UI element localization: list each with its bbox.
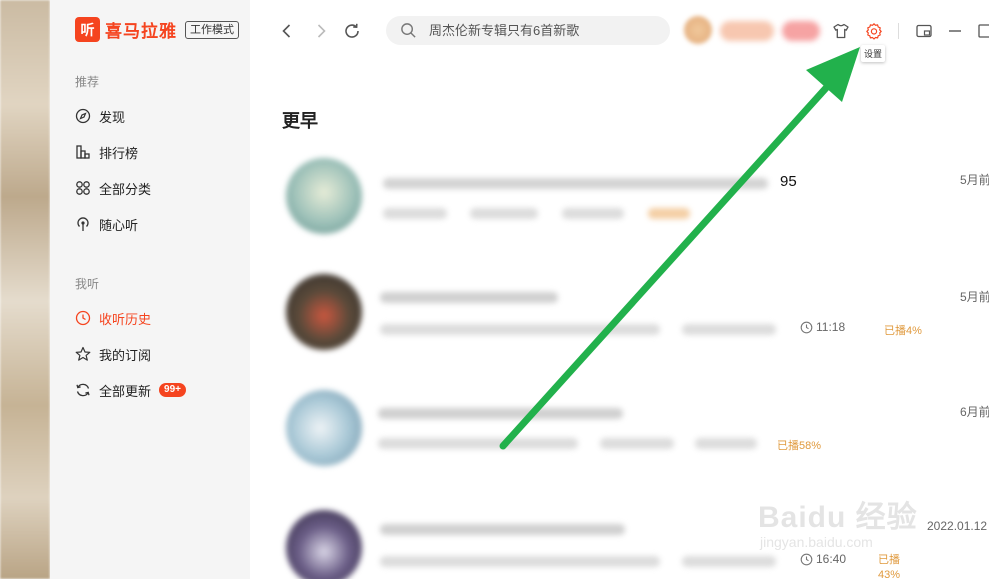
back-icon bbox=[282, 24, 291, 38]
username-blurred bbox=[720, 21, 774, 41]
sidebar-item-label: 随心听 bbox=[99, 217, 139, 233]
mini-mode-button[interactable] bbox=[913, 20, 935, 42]
forward-icon bbox=[317, 24, 326, 38]
episode-title-blurred bbox=[383, 178, 768, 189]
sidebar-item-label: 收听历史 bbox=[99, 311, 152, 327]
search-icon bbox=[401, 23, 416, 38]
meta-blurred bbox=[383, 208, 447, 219]
watermark-sub: jingyan.baidu.com bbox=[760, 534, 873, 550]
play-progress: 已播58% bbox=[777, 440, 822, 452]
settings-icon bbox=[866, 23, 882, 40]
item-date: 5月前 bbox=[960, 173, 989, 187]
topbar-divider bbox=[898, 23, 899, 39]
episode-title-blurred bbox=[380, 292, 558, 303]
history-item[interactable]: 95 5月前 bbox=[250, 148, 989, 248]
meta-blurred bbox=[600, 438, 674, 449]
sidebar-item-label: 排行榜 bbox=[99, 145, 139, 161]
sidebar-item-categories[interactable]: 全部分类 bbox=[75, 178, 151, 198]
sidebar-item-label: 发现 bbox=[99, 109, 126, 125]
desktop-background bbox=[0, 0, 50, 579]
item-date: 5月前 bbox=[960, 290, 989, 304]
minimize-icon bbox=[949, 30, 961, 32]
episode-title-blurred bbox=[378, 408, 623, 419]
user-avatar[interactable] bbox=[684, 16, 712, 44]
minimize-button[interactable] bbox=[944, 20, 966, 42]
sidebar-item-random-listen[interactable]: 随心听 bbox=[75, 214, 138, 234]
episode-title-blurred bbox=[380, 524, 625, 535]
item-date: 6月前 bbox=[960, 405, 989, 419]
album-cover bbox=[286, 158, 362, 234]
star-icon bbox=[75, 346, 91, 361]
sidebar-item-ranking[interactable]: 排行榜 bbox=[75, 142, 138, 162]
settings-button[interactable] bbox=[863, 20, 885, 42]
section-title: 更早 bbox=[282, 111, 318, 131]
vip-badge-blurred[interactable] bbox=[782, 21, 820, 41]
sidebar-item-subscriptions[interactable]: 我的订阅 bbox=[75, 344, 151, 364]
brand-name: 喜马拉雅 bbox=[105, 22, 177, 41]
sidebar-item-label: 我的订阅 bbox=[99, 347, 152, 363]
skin-icon bbox=[833, 23, 849, 39]
logo-icon: 听 bbox=[75, 17, 100, 42]
clock-icon bbox=[800, 321, 813, 333]
history-item[interactable]: 11:18 已播4% 5月前 bbox=[250, 264, 989, 364]
back-button[interactable] bbox=[276, 20, 298, 42]
meta-blurred bbox=[380, 556, 660, 567]
sidebar: 听 喜马拉雅 工作模式 推荐 发现 排行榜 全部分类 随心听 我听 收听历史 我… bbox=[50, 0, 250, 579]
settings-tooltip: 设置 bbox=[861, 45, 886, 62]
clock-icon bbox=[75, 310, 91, 326]
search-input[interactable] bbox=[429, 23, 659, 38]
duration: 11:18 bbox=[800, 320, 845, 334]
meta-blurred bbox=[562, 208, 624, 219]
sidebar-item-label: 全部更新 bbox=[99, 383, 152, 399]
search-bar[interactable] bbox=[386, 16, 670, 45]
play-progress: 已播4% bbox=[884, 325, 922, 337]
sidebar-item-label: 全部分类 bbox=[99, 181, 152, 197]
radio-icon bbox=[77, 217, 89, 231]
maximize-button[interactable] bbox=[974, 20, 989, 42]
meta-blurred bbox=[695, 438, 757, 449]
meta-blurred bbox=[470, 208, 538, 219]
album-cover bbox=[286, 390, 362, 466]
grid-icon bbox=[76, 181, 90, 195]
history-item[interactable]: 已播58% 6月前 bbox=[250, 380, 989, 480]
section-label-recommend: 推荐 bbox=[75, 75, 100, 89]
album-cover bbox=[286, 510, 362, 579]
progress-blurred bbox=[648, 208, 690, 219]
maximize-icon bbox=[978, 24, 989, 38]
section-label-my-listening: 我听 bbox=[75, 277, 100, 291]
sidebar-item-history[interactable]: 收听历史 bbox=[75, 308, 151, 328]
brand: 听 喜马拉雅 工作模式 bbox=[75, 17, 239, 42]
watermark: Baidu 经验 jingyan.baidu.com bbox=[758, 474, 939, 564]
meta-blurred bbox=[378, 438, 578, 449]
compass-icon bbox=[75, 108, 91, 124]
refresh-icon bbox=[76, 383, 90, 397]
updates-count-badge: 99+ bbox=[159, 383, 186, 397]
reload-icon bbox=[345, 23, 359, 38]
topbar: 设置 bbox=[250, 0, 989, 62]
watermark-main: Baidu 经验 bbox=[758, 501, 918, 534]
sidebar-item-all-updates[interactable]: 全部更新 99+ bbox=[75, 380, 186, 400]
meta-blurred bbox=[682, 324, 776, 335]
album-cover bbox=[286, 274, 362, 350]
reload-button[interactable] bbox=[341, 20, 363, 42]
meta-blurred bbox=[380, 324, 660, 335]
forward-button[interactable] bbox=[310, 20, 332, 42]
chart-icon bbox=[76, 145, 90, 159]
mini-mode-icon bbox=[916, 24, 932, 38]
work-mode-badge[interactable]: 工作模式 bbox=[185, 20, 239, 39]
skin-button[interactable] bbox=[830, 20, 852, 42]
duration-label: 11:18 bbox=[816, 320, 846, 334]
sidebar-item-discover[interactable]: 发现 bbox=[75, 106, 125, 126]
episode-title-tail: 95 bbox=[780, 173, 797, 190]
